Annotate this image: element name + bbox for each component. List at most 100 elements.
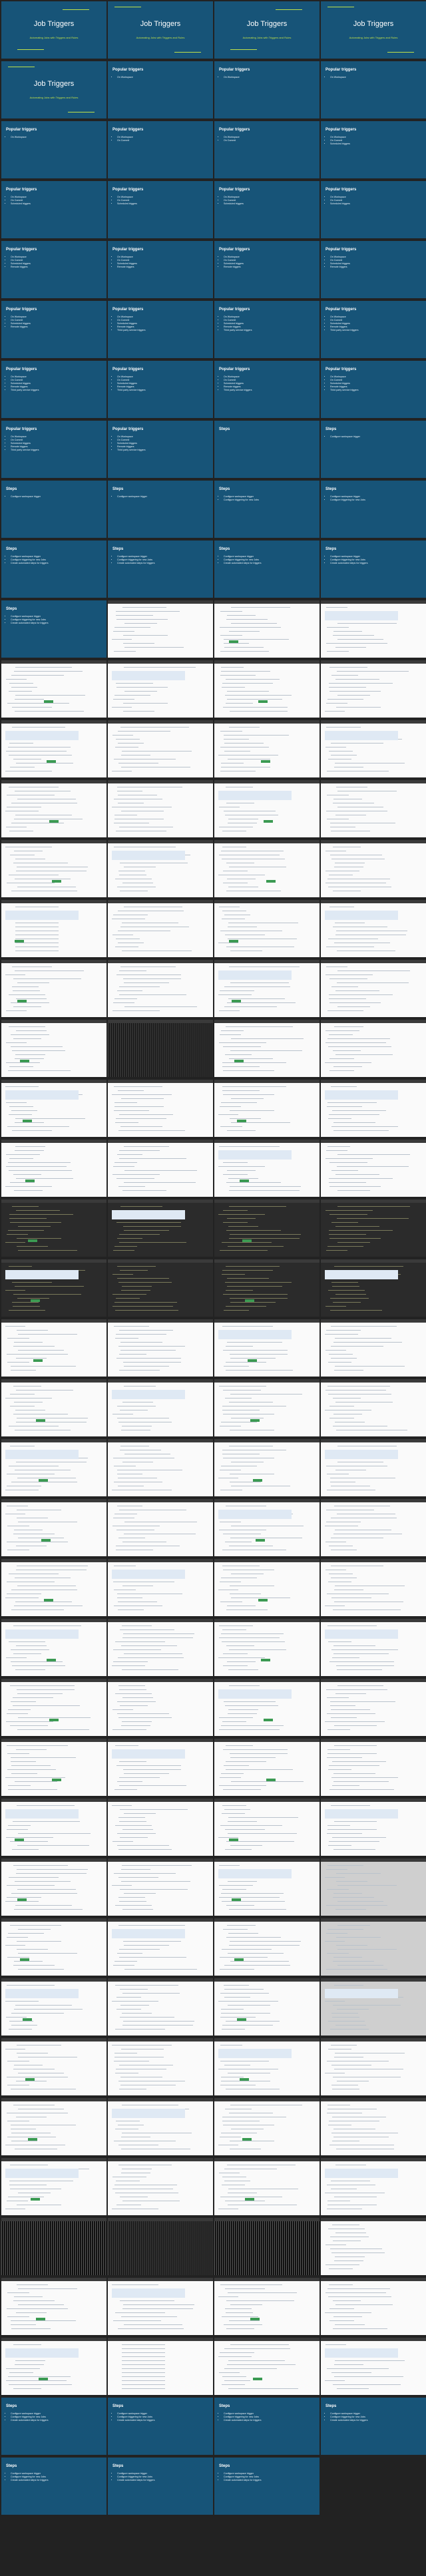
screenshot-thumbnail[interactable] bbox=[108, 780, 213, 837]
action-button[interactable] bbox=[39, 2378, 48, 2380]
screenshot-thumbnail[interactable] bbox=[214, 2338, 320, 2395]
screenshot-thumbnail[interactable] bbox=[108, 720, 213, 777]
screenshot-thumbnail[interactable] bbox=[321, 2218, 426, 2275]
action-button[interactable] bbox=[242, 2138, 252, 2141]
screenshot-thumbnail[interactable] bbox=[1, 2338, 106, 2395]
steps-slide-thumbnail[interactable]: Steps bbox=[214, 421, 320, 478]
action-button[interactable] bbox=[250, 2318, 260, 2320]
popular-triggers-slide-thumbnail[interactable]: Popular triggers On WorkspaceOn CommitSch… bbox=[1, 421, 106, 478]
action-button[interactable] bbox=[28, 1239, 37, 1242]
screenshot-thumbnail[interactable] bbox=[108, 1259, 213, 1317]
action-button[interactable] bbox=[232, 1898, 241, 1901]
popular-triggers-slide-thumbnail[interactable]: Popular triggers On Workspace bbox=[321, 61, 426, 118]
screenshot-thumbnail[interactable] bbox=[214, 2158, 320, 2215]
steps-slide-thumbnail[interactable]: Steps Configure workspace triggerConfigur… bbox=[1, 2398, 106, 2455]
action-button[interactable] bbox=[253, 1479, 262, 1482]
steps-slide-thumbnail[interactable]: Steps Configure workspace triggerConfigur… bbox=[1, 600, 106, 658]
screenshot-thumbnail[interactable] bbox=[214, 900, 320, 957]
screenshot-thumbnail[interactable] bbox=[108, 1439, 213, 1496]
action-button[interactable] bbox=[20, 1060, 29, 1062]
screenshot-thumbnail[interactable] bbox=[214, 1020, 320, 1077]
screenshot-thumbnail[interactable] bbox=[1, 1499, 106, 1556]
action-button[interactable] bbox=[237, 1120, 246, 1122]
screenshot-thumbnail[interactable] bbox=[321, 960, 426, 1017]
action-button[interactable] bbox=[33, 1359, 43, 1362]
action-button[interactable] bbox=[28, 2138, 37, 2141]
action-button[interactable] bbox=[248, 1359, 257, 1362]
screenshot-thumbnail[interactable] bbox=[321, 1140, 426, 1197]
screenshot-thumbnail[interactable] bbox=[108, 1499, 213, 1556]
popular-triggers-slide-thumbnail[interactable]: Popular triggers On Workspace bbox=[214, 61, 320, 118]
screenshot-thumbnail[interactable] bbox=[1, 1080, 106, 1137]
screenshot-thumbnail[interactable] bbox=[321, 2098, 426, 2155]
screenshot-thumbnail[interactable] bbox=[108, 1199, 213, 1257]
action-button[interactable] bbox=[242, 1239, 252, 1242]
action-button[interactable] bbox=[234, 1060, 244, 1062]
screenshot-thumbnail[interactable] bbox=[321, 1080, 426, 1137]
popular-triggers-slide-thumbnail[interactable]: Popular triggers On WorkspaceOn CommitSch… bbox=[321, 241, 426, 298]
action-button[interactable] bbox=[47, 760, 56, 763]
screenshot-thumbnail[interactable] bbox=[321, 1799, 426, 1856]
action-button[interactable] bbox=[17, 1000, 27, 1002]
screenshot-thumbnail[interactable] bbox=[321, 1379, 426, 1436]
action-button[interactable] bbox=[245, 2198, 254, 2201]
popular-triggers-slide-thumbnail[interactable]: Popular triggers On WorkspaceOn CommitSch… bbox=[1, 181, 106, 238]
popular-triggers-slide-thumbnail[interactable]: Popular triggers On WorkspaceOn CommitSch… bbox=[1, 241, 106, 298]
screenshot-thumbnail[interactable] bbox=[214, 1319, 320, 1377]
screenshot-thumbnail[interactable] bbox=[1, 900, 106, 957]
screenshot-thumbnail[interactable] bbox=[108, 2218, 213, 2275]
screenshot-thumbnail[interactable] bbox=[321, 2038, 426, 2095]
steps-slide-thumbnail[interactable]: Steps Configure workspace trigger bbox=[108, 481, 213, 538]
action-button[interactable] bbox=[258, 700, 268, 703]
steps-slide-thumbnail[interactable]: Steps Configure workspace triggerConfigur… bbox=[214, 540, 320, 598]
screenshot-thumbnail[interactable] bbox=[321, 1858, 426, 1916]
screenshot-thumbnail[interactable] bbox=[108, 2338, 213, 2395]
action-button[interactable] bbox=[229, 640, 238, 643]
screenshot-thumbnail[interactable] bbox=[1, 1439, 106, 1496]
screenshot-thumbnail[interactable] bbox=[1, 1379, 106, 1436]
screenshot-thumbnail[interactable] bbox=[1, 1140, 106, 1197]
screenshot-thumbnail[interactable] bbox=[108, 1858, 213, 1916]
screenshot-thumbnail[interactable] bbox=[1, 660, 106, 718]
action-button[interactable] bbox=[234, 1958, 244, 1961]
action-button[interactable] bbox=[49, 1719, 59, 1721]
popular-triggers-slide-thumbnail[interactable]: Popular triggers On WorkspaceOn CommitSch… bbox=[108, 361, 213, 418]
steps-slide-thumbnail[interactable]: Steps Configure workspace trigger bbox=[321, 421, 426, 478]
popular-triggers-slide-thumbnail[interactable]: Popular triggers On WorkspaceOn Commit bbox=[108, 121, 213, 178]
screenshot-thumbnail[interactable] bbox=[321, 2158, 426, 2215]
screenshot-thumbnail[interactable] bbox=[214, 720, 320, 777]
screenshot-thumbnail[interactable] bbox=[108, 900, 213, 957]
action-button[interactable] bbox=[264, 1719, 273, 1721]
title-slide-thumbnail[interactable]: Job Triggers Automating Jobs with Trigger… bbox=[214, 1, 320, 59]
screenshot-thumbnail[interactable] bbox=[108, 1739, 213, 1796]
screenshot-thumbnail[interactable] bbox=[108, 2038, 213, 2095]
action-button[interactable] bbox=[25, 2078, 35, 2081]
action-button[interactable] bbox=[44, 1599, 53, 1602]
screenshot-thumbnail[interactable] bbox=[1, 780, 106, 837]
screenshot-thumbnail[interactable] bbox=[108, 1619, 213, 1676]
screenshot-thumbnail[interactable] bbox=[214, 2038, 320, 2095]
screenshot-thumbnail[interactable] bbox=[1, 720, 106, 777]
screenshot-thumbnail[interactable] bbox=[214, 2098, 320, 2155]
popular-triggers-slide-thumbnail[interactable]: Popular triggers On WorkspaceOn CommitSch… bbox=[321, 181, 426, 238]
steps-slide-thumbnail[interactable]: Steps Configure workspace triggerConfigur… bbox=[321, 2398, 426, 2455]
screenshot-thumbnail[interactable] bbox=[1, 1918, 106, 1976]
screenshot-thumbnail[interactable] bbox=[108, 1080, 213, 1137]
screenshot-thumbnail[interactable] bbox=[108, 1140, 213, 1197]
screenshot-thumbnail[interactable] bbox=[321, 2278, 426, 2335]
screenshot-thumbnail[interactable] bbox=[1, 1020, 106, 1077]
action-button[interactable] bbox=[36, 2318, 45, 2320]
action-button[interactable] bbox=[266, 1779, 276, 1781]
screenshot-thumbnail[interactable] bbox=[321, 1978, 426, 2036]
screenshot-thumbnail[interactable] bbox=[214, 1679, 320, 1736]
action-button[interactable] bbox=[31, 2198, 40, 2201]
screenshot-thumbnail[interactable] bbox=[321, 660, 426, 718]
action-button[interactable] bbox=[49, 820, 59, 823]
action-button[interactable] bbox=[23, 2018, 32, 2021]
action-button[interactable] bbox=[256, 1539, 265, 1542]
screenshot-thumbnail[interactable] bbox=[214, 1619, 320, 1676]
screenshot-thumbnail[interactable] bbox=[108, 1559, 213, 1616]
action-button[interactable] bbox=[261, 1659, 270, 1661]
popular-triggers-slide-thumbnail[interactable]: Popular triggers On WorkspaceOn CommitSch… bbox=[108, 301, 213, 358]
action-button[interactable] bbox=[31, 1299, 40, 1302]
